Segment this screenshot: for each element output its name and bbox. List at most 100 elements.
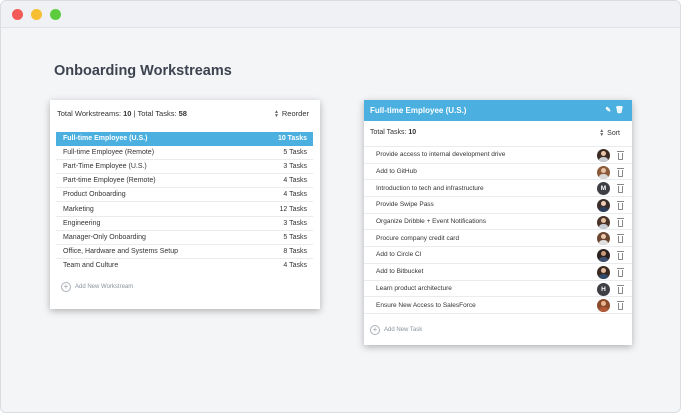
- avatar-initial: H: [601, 285, 606, 293]
- task-name: Add to GitHub: [376, 168, 417, 176]
- trash-can: [618, 236, 623, 244]
- workstream-name: Marketing: [63, 205, 94, 213]
- avatar-body: [599, 273, 608, 279]
- assignee-avatar[interactable]: M: [597, 182, 610, 196]
- workstream-task-count: 3 Tasks: [283, 163, 307, 171]
- assignee-avatar[interactable]: [597, 149, 610, 162]
- task-row[interactable]: Provide Swipe Pass: [364, 197, 632, 214]
- task-name: Organize Dribble + Event Notifications: [376, 218, 487, 226]
- workstream-name: Full-time Employee (Remote): [63, 149, 155, 157]
- avatar-body: [599, 157, 608, 162]
- workstreams-summary: Total Workstreams: 10 | Total Tasks: 58: [57, 109, 187, 118]
- tasks-summary: Total Tasks: 10: [370, 129, 416, 136]
- workstream-row[interactable]: Part-Time Employee (U.S.) 3 Tasks: [56, 160, 313, 175]
- maximize-window-button[interactable]: [50, 9, 61, 20]
- workstream-task-count: 4 Tasks: [283, 191, 307, 199]
- total-tasks-value: 58: [178, 109, 187, 118]
- minimize-window-button[interactable]: [31, 9, 42, 20]
- delete-task-icon[interactable]: [617, 151, 624, 160]
- delete-task-icon[interactable]: [617, 217, 624, 227]
- workstream-name: Manager-Only Onboarding: [63, 233, 146, 241]
- sort-button[interactable]: ▲ ▼ Sort: [599, 129, 620, 138]
- delete-task-icon[interactable]: [617, 267, 624, 277]
- trash-can: [618, 269, 623, 277]
- task-name: Provide Swipe Pass: [376, 201, 434, 209]
- assignee-avatar[interactable]: H: [597, 282, 610, 296]
- workstream-task-count: 8 Tasks: [283, 247, 307, 255]
- tasks-total-label: Total Tasks:: [370, 129, 407, 136]
- close-window-button[interactable]: [12, 9, 23, 20]
- plus-circle-icon: +: [61, 282, 71, 292]
- delete-task-icon[interactable]: [617, 301, 624, 311]
- task-row[interactable]: Ensure New Access to SalesForce: [364, 297, 632, 314]
- avatar-body: [599, 173, 608, 179]
- avatar-body: [599, 307, 608, 313]
- task-name: Introduction to tech and infrastructure: [376, 184, 484, 192]
- task-row[interactable]: Provide access to internal development d…: [364, 147, 632, 164]
- total-workstreams-label: Total Workstreams:: [57, 109, 122, 118]
- assignee-avatar[interactable]: [597, 299, 610, 313]
- avatar-body: [599, 240, 608, 246]
- task-row[interactable]: Add to Bitbucket: [364, 264, 632, 281]
- trash-lid: [617, 184, 624, 186]
- workstream-row[interactable]: Product Onboarding 4 Tasks: [56, 188, 313, 203]
- reorder-label: Reorder: [281, 109, 309, 118]
- task-name: Learn product architecture: [376, 284, 452, 292]
- delete-task-icon[interactable]: [617, 184, 624, 194]
- trash-lid: [617, 201, 624, 203]
- trash-lid: [617, 251, 624, 253]
- avatar-head: [601, 251, 606, 257]
- task-row[interactable]: Add to GitHub: [364, 164, 632, 181]
- workstream-row[interactable]: Manager-Only Onboarding 5 Tasks: [56, 231, 313, 245]
- workstream-name: Part-time Employee (Remote): [63, 177, 156, 185]
- workstream-row[interactable]: Engineering 3 Tasks: [56, 217, 313, 231]
- avatar-initial: M: [600, 185, 607, 193]
- task-row[interactable]: Introduction to tech and infrastructure M: [364, 180, 632, 198]
- avatar-head: [601, 267, 606, 273]
- workstream-row[interactable]: Full-time Employee (U.S.) 10 Tasks: [56, 132, 313, 147]
- assignee-avatar[interactable]: [597, 215, 610, 229]
- assignee-avatar[interactable]: [597, 249, 610, 263]
- trash-can: [618, 303, 623, 311]
- assignee-avatar[interactable]: [597, 199, 610, 213]
- workstream-task-count: 5 Tasks: [283, 149, 307, 157]
- delete-task-icon[interactable]: [617, 234, 624, 244]
- workstream-row[interactable]: Full-time Employee (Remote) 5 Tasks: [56, 146, 313, 161]
- delete-task-icon[interactable]: [617, 284, 624, 294]
- tasks-total-value: 10: [408, 129, 417, 136]
- trash-lid: [617, 167, 624, 169]
- workstream-row[interactable]: Office, Hardware and Systems Setup 8 Task…: [56, 245, 313, 259]
- workstream-row[interactable]: Part-time Employee (Remote) 4 Tasks: [56, 174, 313, 189]
- delete-task-icon[interactable]: [617, 201, 624, 211]
- avatar-head: [601, 217, 606, 223]
- workstream-row[interactable]: Marketing 12 Tasks: [56, 202, 313, 217]
- delete-task-icon[interactable]: [617, 167, 624, 177]
- add-workstream-label: Add New Workstream: [75, 284, 134, 290]
- task-row[interactable]: Organize Dribble + Event Notifications: [364, 214, 632, 231]
- assignee-avatar[interactable]: [597, 265, 610, 279]
- delete-task-icon[interactable]: [617, 251, 624, 261]
- workstream-name: Part-Time Employee (U.S.): [63, 163, 147, 171]
- trash-lid: [617, 284, 624, 286]
- task-name: Procure company credit card: [376, 234, 460, 242]
- trash-icon[interactable]: 🗑: [615, 106, 624, 115]
- assignee-avatar[interactable]: [597, 165, 610, 179]
- edit-icon[interactable]: ✎: [605, 106, 611, 115]
- task-row[interactable]: Procure company credit card: [364, 230, 632, 248]
- reorder-button[interactable]: ▲ ▼ Reorder: [274, 109, 309, 118]
- task-row[interactable]: Learn product architecture H: [364, 281, 632, 298]
- workstream-list: Full-time Employee (U.S.) 10 Tasks Full-ti…: [56, 132, 313, 273]
- avatar-head: [601, 234, 606, 240]
- assignee-avatar[interactable]: [597, 232, 610, 246]
- add-task-button[interactable]: + Add New Task: [370, 325, 422, 335]
- trash-lid: [617, 267, 624, 269]
- tasks-panel-header: Full-time Employee (U.S.) ✎ 🗑: [364, 100, 632, 121]
- add-workstream-button[interactable]: + Add New Workstream: [61, 282, 133, 292]
- task-row[interactable]: Add to Circle CI: [364, 247, 632, 264]
- title-bar: [1, 1, 680, 28]
- sort-arrows-icon: ▲ ▼: [273, 108, 279, 119]
- workstream-task-count: 10 Tasks: [277, 135, 307, 143]
- workstream-row[interactable]: Team and Culture 4 Tasks: [56, 259, 313, 273]
- sort-label: Sort: [607, 129, 620, 137]
- workstream-task-count: 12 Tasks: [279, 205, 308, 213]
